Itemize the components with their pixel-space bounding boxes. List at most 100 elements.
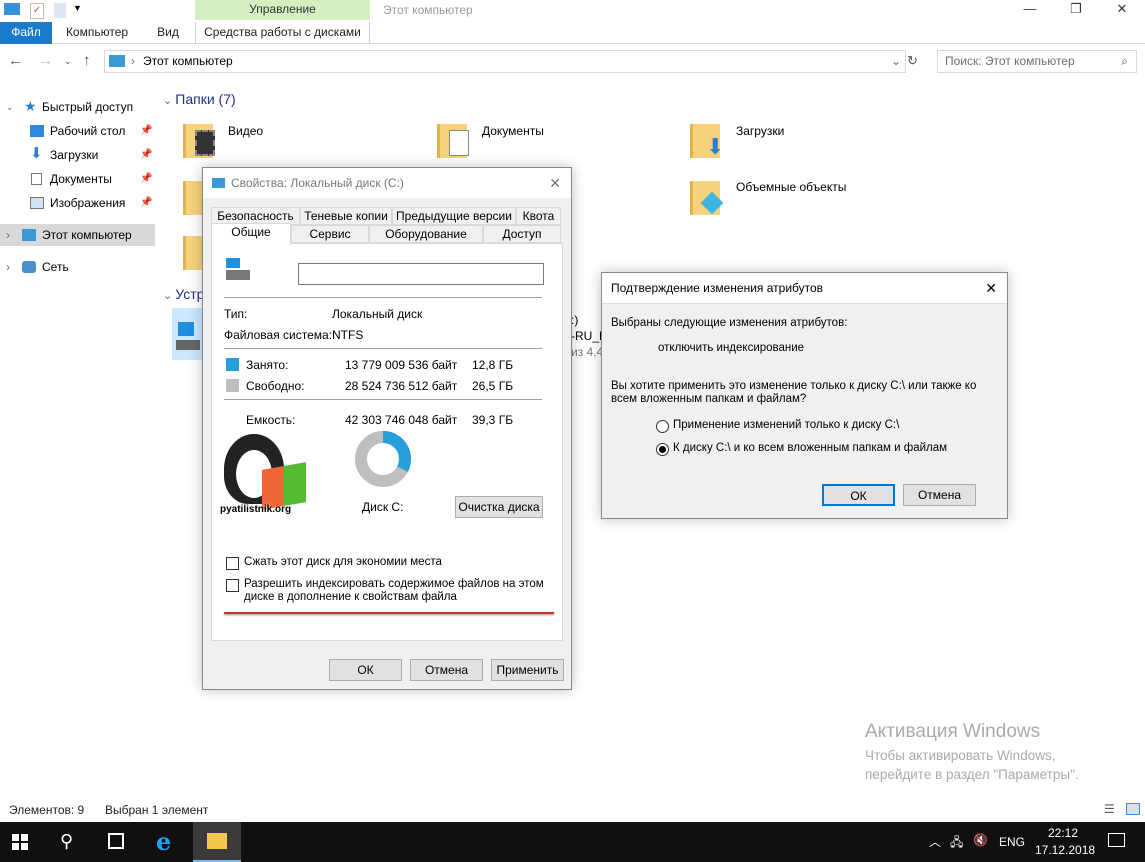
ribbon-tabs: Файл Компьютер Вид Средства работы с дис…	[0, 22, 1145, 44]
document-icon	[449, 130, 469, 156]
sidebar-item-pictures[interactable]: Изображения 📌	[0, 192, 155, 214]
sidebar-item-network[interactable]: › Сеть	[0, 256, 155, 278]
language-indicator[interactable]: ENG	[999, 835, 1025, 849]
selection-status: Выбран 1 элемент	[105, 803, 209, 817]
used-bytes: 13 779 009 536 байт	[345, 358, 458, 372]
clock[interactable]: 22:12 17.12.2018	[1035, 825, 1095, 859]
disk-cleanup-button[interactable]: Очистка диска	[455, 496, 543, 518]
pin-icon[interactable]: 📌	[140, 192, 152, 214]
maximize-icon[interactable]: ❐	[1053, 0, 1099, 18]
folders-group-header[interactable]: ⌄ Папки (7)	[163, 91, 236, 107]
folder-label: Загрузки	[736, 124, 785, 138]
tab-hardware[interactable]: Оборудование	[369, 225, 483, 243]
sidebar-item-documents[interactable]: Документы 📌	[0, 168, 155, 190]
windows-logo-icon	[178, 322, 194, 336]
sidebar-item-desktop[interactable]: Рабочий стол 📌	[0, 120, 155, 142]
folder-downloads[interactable]: ⬇	[690, 118, 725, 159]
address-dropdown-icon[interactable]: ⌄	[891, 51, 901, 72]
forward-icon[interactable]: →	[38, 52, 53, 69]
manage-tab-header[interactable]: Управление	[195, 0, 370, 20]
show-hidden-icons-icon[interactable]: ︿	[929, 833, 941, 850]
tab-previous-versions[interactable]: Предыдущие версии	[392, 207, 516, 225]
back-icon[interactable]: ←	[8, 52, 23, 69]
volume-label-input[interactable]	[298, 263, 544, 285]
drive-c-tile[interactable]	[172, 308, 204, 360]
folder-label: Видео	[228, 124, 264, 138]
sidebar-item-downloads[interactable]: ⬇ Загрузки 📌	[0, 144, 155, 166]
capacity-bytes: 42 303 746 048 байт	[345, 413, 458, 427]
up-icon[interactable]: ↑	[83, 52, 91, 69]
chevron-right-icon[interactable]: ›	[6, 256, 10, 278]
tab-tools[interactable]: Сервис	[291, 225, 369, 243]
refresh-icon[interactable]: ↻	[907, 53, 918, 69]
close-icon[interactable]: ✕	[549, 168, 561, 198]
file-explorer-taskbar-button[interactable]	[193, 822, 241, 862]
close-icon[interactable]: ✕	[1099, 0, 1145, 18]
sidebar-item-this-pc[interactable]: › Этот компьютер	[0, 224, 155, 246]
film-icon	[195, 130, 215, 156]
apply-to-all-radio[interactable]	[656, 443, 669, 456]
properties-icon[interactable]: ✓	[30, 3, 44, 19]
start-button-icon[interactable]	[12, 834, 28, 850]
desktop-icon	[30, 125, 44, 137]
folder-label: Объемные объекты	[736, 180, 847, 194]
pin-icon[interactable]: 📌	[140, 144, 152, 166]
computer-icon	[22, 229, 36, 241]
compress-checkbox[interactable]	[226, 557, 239, 570]
folder-video[interactable]	[183, 118, 217, 158]
devices-group-header[interactable]: ⌄ Устр	[163, 286, 204, 302]
ok-button[interactable]: ОК	[329, 659, 402, 681]
folder-documents[interactable]	[437, 118, 471, 158]
sidebar-item-quick-access[interactable]: ⌄ ★ Быстрый доступ	[0, 96, 155, 118]
tab-view[interactable]: Вид	[150, 22, 186, 44]
tab-general[interactable]: Общие	[211, 223, 291, 245]
question-text: Вы хотите применить это изменение только…	[611, 380, 977, 405]
network-icon[interactable]: 🖧	[950, 833, 963, 854]
address-bar[interactable]: › Этот компьютер ⌄	[104, 50, 906, 73]
action-center-icon[interactable]	[1108, 833, 1125, 847]
tab-shadow-copies[interactable]: Теневые копии	[300, 207, 392, 225]
sidebar-item-label: Сеть	[42, 260, 69, 274]
large-icons-view-icon[interactable]	[1126, 803, 1140, 815]
tab-quota[interactable]: Квота	[516, 207, 561, 225]
free-gb: 26,5 ГБ	[472, 379, 514, 393]
pin-icon[interactable]: 📌	[140, 120, 152, 142]
apply-button[interactable]: Применить	[491, 659, 564, 681]
quick-access-toolbar: ✓ ▼	[0, 0, 195, 22]
cancel-button[interactable]: Отмена	[410, 659, 483, 681]
index-checkbox[interactable]	[226, 579, 239, 592]
task-view-icon[interactable]	[108, 833, 124, 849]
disk-label: Диск С:	[362, 500, 404, 514]
tab-file[interactable]: Файл	[0, 22, 52, 44]
download-icon: ⬇	[706, 134, 725, 159]
windows-logo-icon	[226, 258, 240, 268]
recent-dropdown-icon[interactable]: ⌄	[64, 56, 72, 67]
address-path: Этот компьютер	[143, 54, 233, 68]
new-folder-icon[interactable]	[54, 3, 66, 18]
search-input[interactable]: Поиск: Этот компьютер ⌕	[937, 50, 1137, 73]
folder-label: Документы	[482, 124, 544, 138]
volume-muted-icon[interactable]: 🔇	[973, 833, 988, 847]
search-icon: ⌕	[1121, 54, 1128, 68]
internet-explorer-icon[interactable]: e	[156, 827, 171, 856]
sidebar-item-label: Документы	[50, 172, 112, 186]
chevron-down-icon[interactable]: ⌄	[6, 96, 14, 118]
folder-3d-objects[interactable]	[690, 175, 724, 215]
tab-sharing[interactable]: Доступ	[483, 225, 561, 243]
search-icon[interactable]: ⚲	[60, 831, 73, 852]
ok-button[interactable]: ОК	[822, 484, 895, 506]
chevron-right-icon[interactable]: ›	[6, 224, 10, 246]
pin-icon[interactable]: 📌	[140, 168, 152, 190]
apply-to-drive-only-radio[interactable]	[656, 420, 669, 433]
tab-computer[interactable]: Компьютер	[60, 22, 134, 44]
details-view-icon[interactable]: ☰	[1104, 802, 1115, 816]
cancel-button[interactable]: Отмена	[903, 484, 976, 506]
sidebar-item-label: Загрузки	[50, 148, 99, 162]
window-title: Этот компьютер	[383, 3, 473, 17]
computer-icon	[4, 3, 20, 15]
customize-dropdown-icon[interactable]: ▼	[73, 3, 82, 13]
tab-disk-tools[interactable]: Средства работы с дисками	[195, 22, 370, 44]
minimize-icon[interactable]: —	[1007, 0, 1053, 18]
folder-icon	[207, 833, 227, 849]
close-icon[interactable]: ✕	[985, 273, 997, 303]
